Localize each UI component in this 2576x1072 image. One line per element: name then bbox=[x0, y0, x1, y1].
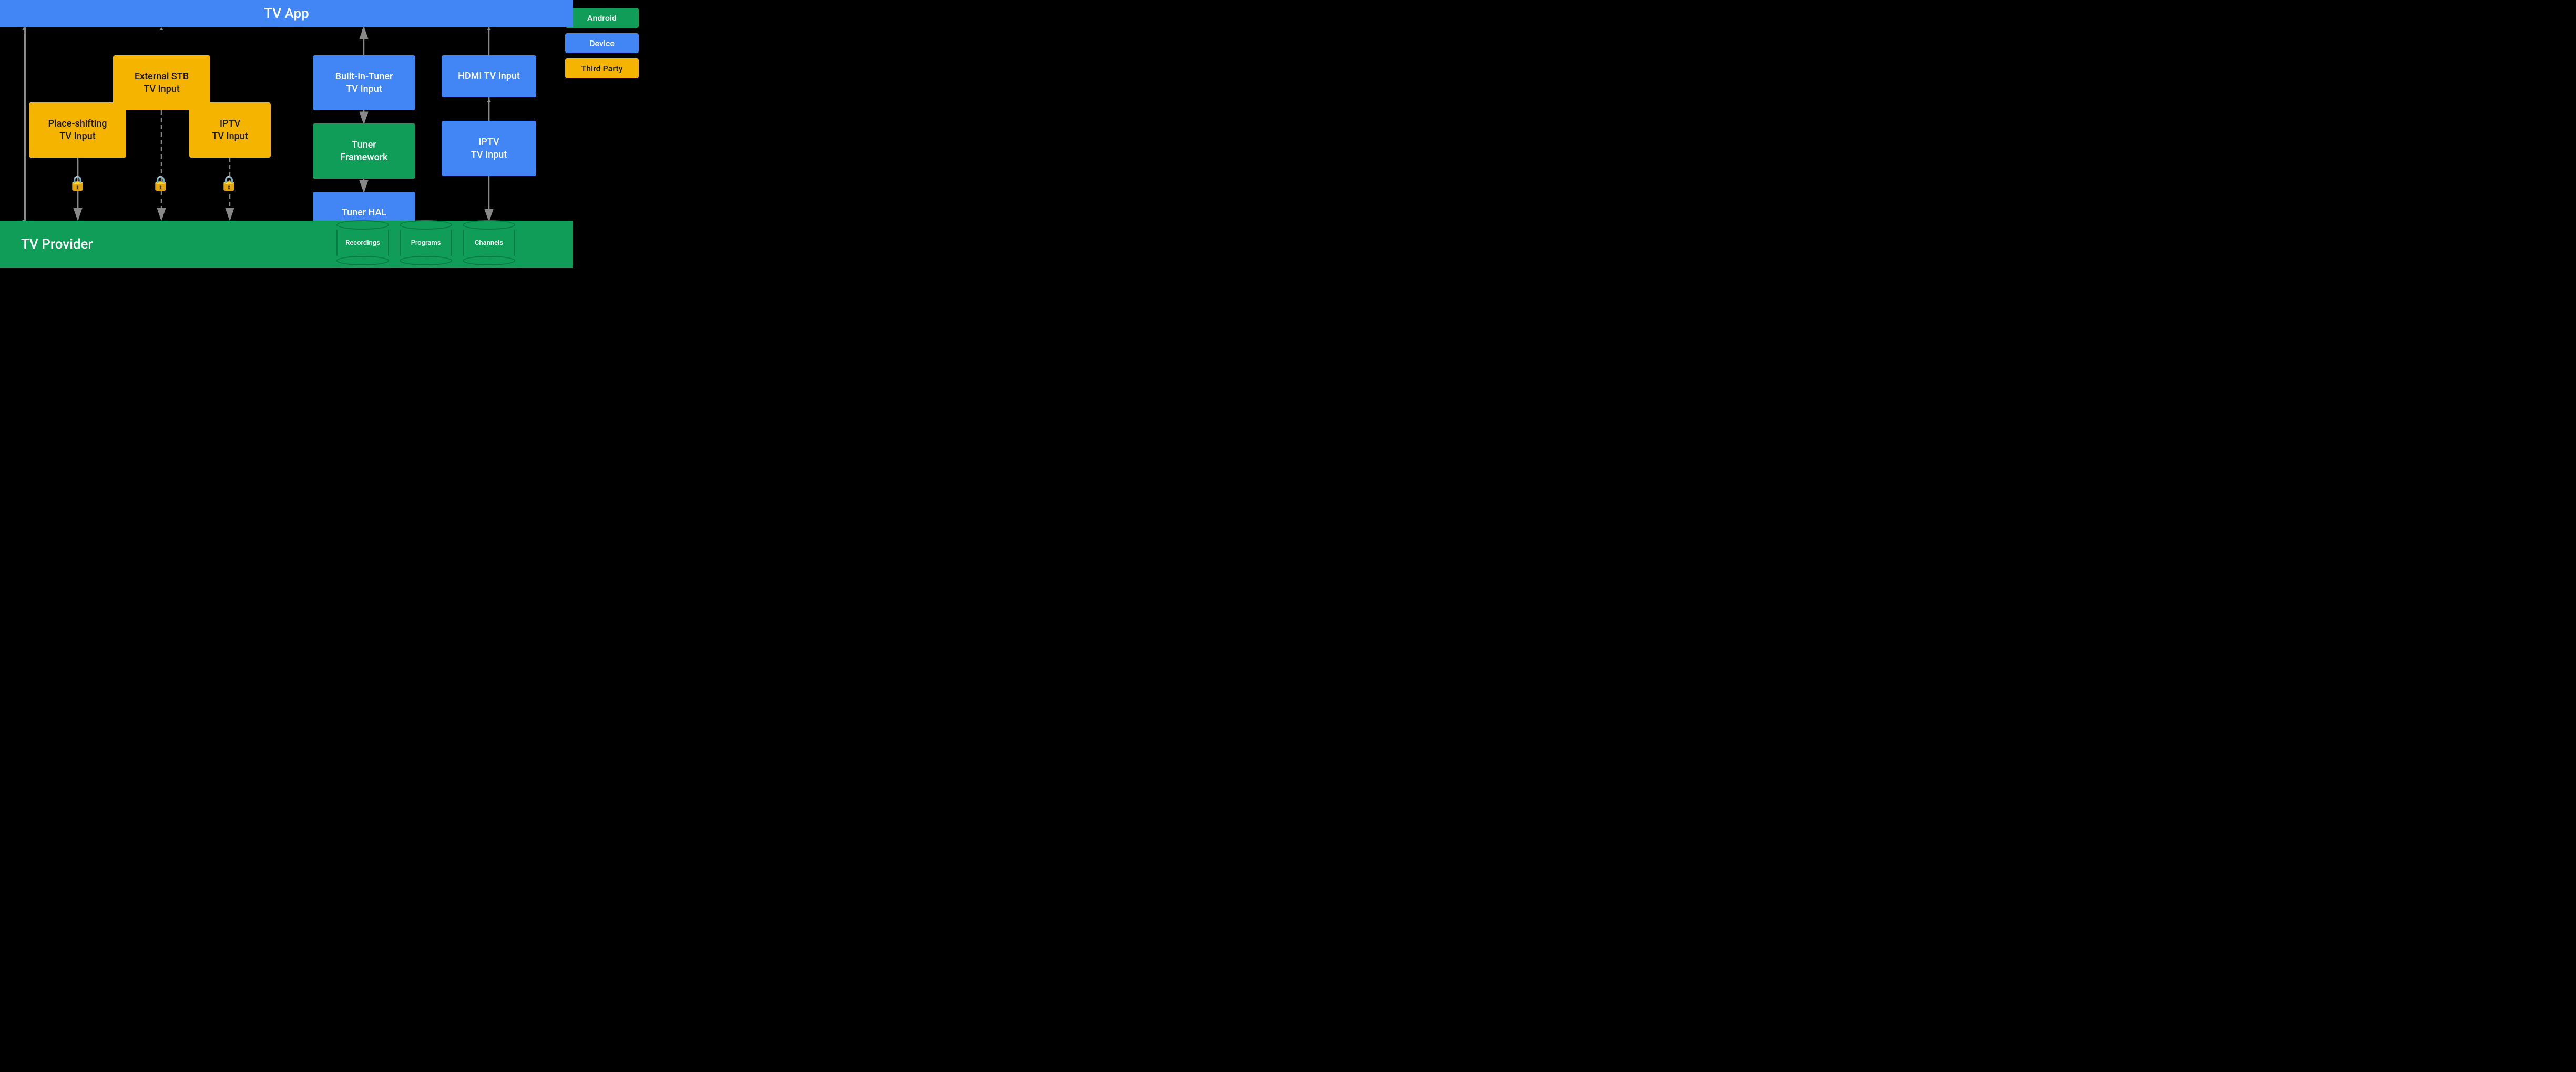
left-vertical-line bbox=[24, 27, 26, 222]
legend-third-party: Third Party bbox=[565, 58, 639, 78]
tv-app-label: TV App bbox=[264, 6, 309, 22]
lock-icon-2: 🔒 bbox=[151, 174, 170, 192]
iptv-left-tv-input-box: IPTVTV Input bbox=[189, 102, 271, 158]
hdmi-tv-input-box: HDMI TV Input bbox=[442, 55, 536, 97]
tv-app-header: TV App bbox=[0, 0, 573, 27]
lock-icon-1: 🔒 bbox=[68, 174, 87, 192]
legend-device: Device bbox=[565, 33, 639, 53]
legend-android: Android bbox=[565, 8, 639, 28]
tv-provider-label: TV Provider bbox=[21, 236, 93, 252]
recordings-db: Recordings bbox=[336, 220, 389, 265]
programs-db: Programs bbox=[400, 220, 452, 265]
iptv-right-tv-input-box: IPTVTV Input bbox=[442, 121, 536, 176]
place-shifting-tv-input-box: Place-shiftingTV Input bbox=[29, 102, 126, 158]
built-in-tuner-tv-input-box: Built-in-TunerTV Input bbox=[313, 55, 415, 110]
tuner-framework-box: TunerFramework bbox=[313, 123, 415, 179]
channels-db: Channels bbox=[463, 220, 515, 265]
lock-icon-3: 🔒 bbox=[220, 174, 238, 192]
legend: Android Device Third Party bbox=[565, 8, 639, 78]
